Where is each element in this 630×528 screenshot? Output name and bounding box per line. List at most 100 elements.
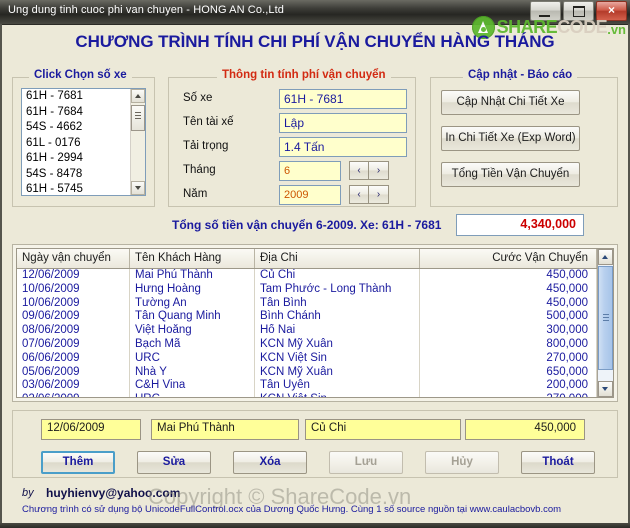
label-ten-tai-xe: Tên tài xế (183, 116, 234, 128)
page-title: CHƯƠNG TRÌNH TÍNH CHI PHÍ VẬN CHUYỂN HÀN… (75, 32, 555, 51)
transport-grid-frame: Ngày vận chuyển Tên Khách Hàng Địa Chi C… (12, 244, 618, 402)
grid-col-address: Địa Chi (255, 249, 420, 268)
scroll-down-icon[interactable] (131, 181, 145, 195)
table-row[interactable]: 12/06/2009 Mai Phú Thành Củ Chi 450,000 (17, 269, 613, 283)
nam-next-button[interactable]: › (369, 185, 389, 204)
cell-date: 05/06/2009 (17, 365, 130, 380)
thang-next-button[interactable]: › (369, 161, 389, 180)
exit-button[interactable]: Thoát (521, 451, 595, 474)
thang-prev-button[interactable]: ‹ (349, 161, 369, 180)
footer-email: huyhienvy@yahoo.com (46, 486, 181, 500)
window-title: Ung dung tinh cuoc phi van chuyen - HONG… (8, 4, 284, 16)
vehicle-group-title: Click Chọn số xe (29, 69, 132, 81)
vehicle-listbox[interactable]: 61H - 7681 61H - 7684 54S - 4662 61L - 0… (21, 88, 146, 196)
cell-fee: 800,000 (420, 337, 597, 352)
cell-date: 12/06/2009 (17, 269, 130, 283)
save-button: Lưu (329, 451, 403, 474)
table-row[interactable]: 10/06/2009 Hưng Hoàng Tam Phước - Long T… (17, 282, 613, 297)
footer-note: Chương trình có sử dụng bộ UnicodeFullCo… (22, 504, 562, 515)
cell-customer: C&H Vina (130, 379, 255, 394)
report-group-title: Cập nhật - Báo cáo (463, 69, 578, 81)
cell-fee: 300,000 (420, 324, 597, 338)
cell-address: KCN Việt Sin (255, 351, 420, 366)
nam-prev-button[interactable]: ‹ (349, 185, 369, 204)
close-button[interactable]: × (596, 1, 627, 21)
thang-spinner[interactable]: ‹ › (349, 161, 389, 180)
nam-spinner[interactable]: ‹ › (349, 185, 389, 204)
cell-customer: Nhà Ý (130, 365, 255, 380)
footer-by-label: by (22, 487, 34, 499)
cell-address: KCN Mỹ Xuân (255, 365, 420, 380)
table-row[interactable]: 06/06/2009 URC KCN Việt Sin 270,000 (17, 351, 613, 366)
list-item[interactable]: 61H - 5745 (22, 182, 130, 195)
table-row[interactable]: 07/06/2009 Bạch Mã KCN Mỹ Xuân 800,000 (17, 337, 613, 352)
grid-scroll-down-icon[interactable] (598, 381, 613, 397)
edit-customer-input[interactable]: Mai Phú Thành (151, 419, 299, 440)
edit-button[interactable]: Sửa (137, 451, 211, 474)
cell-date: 02/06/2009 (17, 393, 130, 397)
list-item[interactable]: 61H - 7681 (22, 89, 130, 105)
list-item[interactable]: 54S - 4662 (22, 120, 130, 136)
cell-address: Bình Chánh (255, 310, 420, 325)
cell-address: Hố Nai (255, 324, 420, 338)
cell-fee: 450,000 (420, 296, 597, 311)
report-group: Cập nhật - Báo cáo Cập Nhật Chi Tiết Xe … (430, 69, 618, 207)
cell-fee: 500,000 (420, 310, 597, 325)
list-item[interactable]: 61L - 0176 (22, 136, 130, 152)
table-row[interactable]: 08/06/2009 Việt Hoắng Hố Nai 300,000 (17, 324, 613, 338)
scrollbar-thumb[interactable] (131, 105, 145, 131)
table-row[interactable]: 02/06/2009 URC KCN Việt Sin 270,000 (17, 393, 613, 397)
thang-input[interactable]: 6 (279, 161, 341, 181)
minimize-button[interactable] (530, 1, 561, 21)
grid-col-fee: Cước Vận Chuyển (420, 249, 597, 268)
title-bar: Ung dung tinh cuoc phi van chuyen - HONG… (0, 0, 630, 25)
cell-address: Tân Bình (255, 296, 420, 311)
table-row[interactable]: 05/06/2009 Nhà Ý KCN Mỹ Xuân 650,000 (17, 365, 613, 380)
cell-fee: 450,000 (420, 282, 597, 297)
cell-date: 10/06/2009 (17, 282, 130, 297)
transport-grid[interactable]: Ngày vận chuyển Tên Khách Hàng Địa Chi C… (16, 248, 614, 398)
maximize-button[interactable] (563, 1, 594, 21)
cell-fee: 270,000 (420, 393, 597, 397)
add-button[interactable]: Thêm (41, 451, 115, 474)
transport-info-group: Thông tin tính phí vận chuyển Số xe Tên … (168, 69, 416, 207)
table-row[interactable]: 10/06/2009 Tường An Tân Bình 450,000 (17, 296, 613, 311)
list-item[interactable]: 54S - 8478 (22, 167, 130, 183)
maximize-icon (573, 6, 585, 17)
cell-date: 03/06/2009 (17, 379, 130, 394)
vehicle-listbox-scrollbar[interactable] (130, 89, 145, 195)
edit-date-input[interactable]: 12/06/2009 (41, 419, 141, 440)
delete-button[interactable]: Xóa (233, 451, 307, 474)
scroll-up-icon[interactable] (131, 89, 145, 103)
grid-scroll-up-icon[interactable] (598, 249, 613, 265)
minimize-icon (539, 15, 550, 17)
cell-fee: 200,000 (420, 379, 597, 394)
cell-customer: Việt Hoắng (130, 324, 255, 338)
cell-fee: 270,000 (420, 351, 597, 366)
cell-customer: Bạch Mã (130, 337, 255, 352)
print-vehicle-detail-button[interactable]: In Chi Tiết Xe (Exp Word) (441, 126, 580, 151)
edit-fee-input[interactable]: 450,000 (465, 419, 585, 440)
table-row[interactable]: 09/06/2009 Tân Quang Minh Bình Chánh 500… (17, 310, 613, 325)
cell-date: 10/06/2009 (17, 296, 130, 311)
vehicle-select-group: Click Chọn số xe 61H - 7681 61H - 7684 5… (12, 69, 155, 207)
list-item[interactable]: 61H - 7684 (22, 105, 130, 121)
grid-scrollbar-thumb[interactable] (598, 266, 613, 370)
total-transport-fee-button[interactable]: Tổng Tiền Vận Chuyển (441, 162, 580, 187)
total-amount-field: 4,340,000 (456, 214, 584, 236)
so-xe-input[interactable]: 61H - 7681 (279, 89, 407, 109)
table-row[interactable]: 03/06/2009 C&H Vina Tân Uyên 200,000 (17, 379, 613, 394)
cell-address: KCN Việt Sin (255, 393, 420, 397)
cell-date: 08/06/2009 (17, 324, 130, 338)
list-item[interactable]: 61H - 2994 (22, 151, 130, 167)
grid-header-row: Ngày vận chuyển Tên Khách Hàng Địa Chi C… (17, 249, 613, 269)
tai-trong-input[interactable]: 1.4 Tấn (279, 137, 407, 157)
update-vehicle-detail-button[interactable]: Cập Nhật Chi Tiết Xe (441, 90, 580, 115)
close-icon: × (607, 3, 615, 17)
ten-tai-xe-input[interactable]: Lập (279, 113, 407, 133)
grid-scrollbar[interactable] (597, 249, 613, 397)
cell-customer: Mai Phú Thành (130, 269, 255, 283)
total-label: Tổng số tiền vận chuyển 6-2009. Xe: 61H … (172, 218, 442, 232)
nam-input[interactable]: 2009 (279, 185, 341, 205)
edit-address-input[interactable]: Củ Chi (305, 419, 461, 440)
